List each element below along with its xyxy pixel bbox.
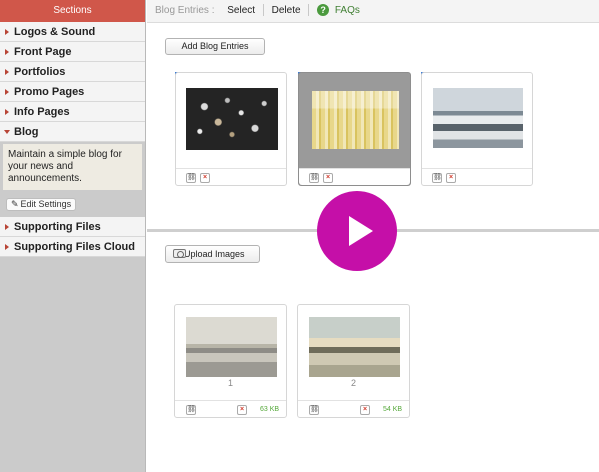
toolbar-divider xyxy=(308,4,310,17)
sidebar-item-promo-pages[interactable]: Promo Pages xyxy=(0,82,145,102)
delete-icon[interactable]: × xyxy=(323,173,333,183)
chevron-right-icon xyxy=(5,29,9,35)
card-actions: ⛓ × xyxy=(422,168,532,185)
blog-entry-card[interactable]: ⛓ × xyxy=(298,72,411,186)
blog-entry-card[interactable]: ⛓ × xyxy=(175,72,287,186)
help-icon[interactable]: ? xyxy=(317,4,330,17)
faqs-link[interactable]: FAQs xyxy=(335,5,360,16)
image-number: 1 xyxy=(227,378,233,388)
blog-entry-thumbnail[interactable] xyxy=(186,88,278,150)
link-icon[interactable]: ⛓ xyxy=(309,405,319,415)
card-actions: ⛓ × 63 KB xyxy=(175,400,286,417)
card-actions: ⛓ × xyxy=(299,168,410,185)
chevron-right-icon xyxy=(5,244,9,250)
sidebar-item-label: Supporting Files xyxy=(14,221,101,233)
chevron-right-icon xyxy=(5,49,9,55)
card-actions: ⛓ × xyxy=(176,168,286,185)
select-button[interactable]: Select xyxy=(227,5,255,16)
chevron-right-icon xyxy=(5,89,9,95)
toolbar: Blog Entries : Select Delete ? FAQs xyxy=(147,0,599,23)
chevron-right-icon xyxy=(5,69,9,75)
blog-entry-card[interactable]: ⛓ × xyxy=(421,72,533,186)
chevron-right-icon xyxy=(5,109,9,115)
image-card[interactable]: 1 ⛓ × 63 KB xyxy=(174,304,287,418)
play-button[interactable] xyxy=(317,191,397,271)
card-actions: ⛓ × 54 KB xyxy=(298,400,409,417)
image-thumbnail[interactable] xyxy=(186,317,277,377)
image-thumbnail[interactable] xyxy=(309,317,400,377)
sidebar: Sections Logos & Sound Front Page Portfo… xyxy=(0,0,146,472)
chevron-down-icon xyxy=(4,130,10,134)
sidebar-item-label: Info Pages xyxy=(14,106,70,118)
sidebar-item-label: Logos & Sound xyxy=(14,26,96,38)
sidebar-item-label: Blog xyxy=(14,126,39,138)
link-icon[interactable]: ⛓ xyxy=(432,173,442,183)
upload-images-label: Upload Images xyxy=(184,249,245,259)
sidebar-item-label: Front Page xyxy=(14,46,72,58)
edit-settings-button[interactable]: ✎ Edit Settings xyxy=(6,198,77,211)
add-blog-entries-button[interactable]: Add Blog Entries xyxy=(165,38,265,55)
image-card[interactable]: 2 ⛓ × 54 KB xyxy=(297,304,410,418)
delete-icon[interactable]: × xyxy=(360,405,370,415)
upload-images-button[interactable]: Upload Images xyxy=(165,245,260,263)
sidebar-item-label: Promo Pages xyxy=(14,86,85,98)
sidebar-item-supporting-files[interactable]: Supporting Files xyxy=(0,217,145,237)
delete-button[interactable]: Delete xyxy=(272,5,301,16)
sidebar-item-portfolios[interactable]: Portfolios xyxy=(0,62,145,82)
link-icon[interactable]: ⛓ xyxy=(309,173,319,183)
image-number: 2 xyxy=(350,378,356,388)
delete-icon[interactable]: × xyxy=(200,173,210,183)
delete-icon[interactable]: × xyxy=(446,173,456,183)
blog-entry-thumbnail[interactable] xyxy=(312,91,399,149)
sidebar-item-blog[interactable]: Blog xyxy=(0,122,145,142)
file-size: 54 KB xyxy=(383,406,403,413)
edit-settings-label: Edit Settings xyxy=(20,199,72,209)
sidebar-item-supporting-files-cloud[interactable]: Supporting Files Cloud xyxy=(0,237,145,257)
sidebar-item-logos-sound[interactable]: Logos & Sound xyxy=(0,22,145,42)
sidebar-item-label: Supporting Files Cloud xyxy=(14,241,135,253)
sidebar-item-info-pages[interactable]: Info Pages xyxy=(0,102,145,122)
pencil-icon: ✎ xyxy=(11,199,19,209)
toolbar-context-label: Blog Entries : xyxy=(155,5,215,16)
sidebar-header: Sections xyxy=(0,0,145,22)
sidebar-item-label: Portfolios xyxy=(14,66,66,78)
file-size: 63 KB xyxy=(260,406,280,413)
camera-icon xyxy=(173,249,186,258)
blog-description: Maintain a simple blog for your news and… xyxy=(3,144,142,190)
link-icon[interactable]: ⛓ xyxy=(186,173,196,183)
sidebar-item-front-page[interactable]: Front Page xyxy=(0,42,145,62)
chevron-right-icon xyxy=(5,224,9,230)
link-icon[interactable]: ⛓ xyxy=(186,405,196,415)
blog-entry-thumbnail[interactable] xyxy=(433,88,523,148)
delete-icon[interactable]: × xyxy=(237,405,247,415)
play-icon xyxy=(349,216,373,246)
toolbar-divider xyxy=(262,4,264,17)
